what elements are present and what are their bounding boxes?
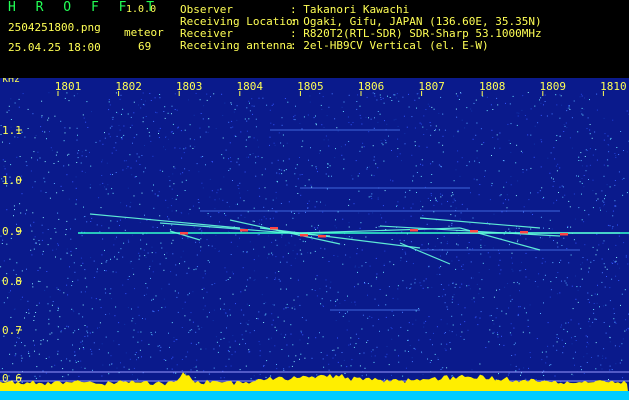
- freq-label: 1.1: [2, 124, 22, 137]
- spectrum-floor: [0, 391, 629, 400]
- minute-label: 1801: [55, 80, 82, 93]
- minute-label: 1804: [237, 80, 264, 93]
- echo-hotspot: [470, 230, 478, 233]
- spectrogram: 1801 1802 1803 1804 1805 1806 1807 1808 1809 1810…: [0, 78, 629, 400]
- echo-hotspot: [318, 235, 326, 238]
- minute-label: 1803: [176, 80, 203, 93]
- app-version: 1.0.0: [126, 4, 157, 15]
- header-panel: H R O F F T 1.0.0 2504251800.png 25.04.2…: [0, 0, 629, 78]
- freq-unit-label: kHz: [2, 78, 20, 85]
- echo-hotspot: [240, 229, 248, 232]
- minute-label: 1806: [358, 80, 385, 93]
- minute-label: 1805: [297, 80, 324, 93]
- meteor-count: 69: [138, 40, 152, 53]
- freq-label: 0.6: [2, 372, 22, 385]
- minute-label: 1809: [540, 80, 567, 93]
- echo-hotspot: [300, 234, 308, 237]
- freq-label: 0.8: [2, 275, 22, 288]
- echo-hotspot: [270, 227, 278, 230]
- antenna-value: : 2el-HB9CV Vertical (el. E-W): [290, 39, 489, 52]
- spectrogram-panel: 1801 1802 1803 1804 1805 1806 1807 1808 1809 1810…: [0, 78, 629, 400]
- antenna-key: Receiving antenna: [180, 39, 293, 52]
- minute-label: 1802: [115, 80, 142, 93]
- meteor-label: meteor: [124, 26, 164, 39]
- echo-hotspot: [520, 231, 528, 234]
- minute-label: 1810: [600, 80, 627, 93]
- echo-hotspot: [410, 229, 418, 232]
- file-name: 2504251800.png: [8, 21, 101, 34]
- timestamp: 25.04.25 18:00: [8, 41, 101, 54]
- echo-hotspot: [180, 232, 188, 235]
- freq-label: 0.9: [2, 225, 22, 238]
- minute-label: 1807: [418, 80, 445, 93]
- freq-label: 1.0: [2, 174, 22, 187]
- freq-label: 0.7: [2, 324, 22, 337]
- echo-hotspot: [560, 233, 568, 236]
- minute-label: 1808: [479, 80, 506, 93]
